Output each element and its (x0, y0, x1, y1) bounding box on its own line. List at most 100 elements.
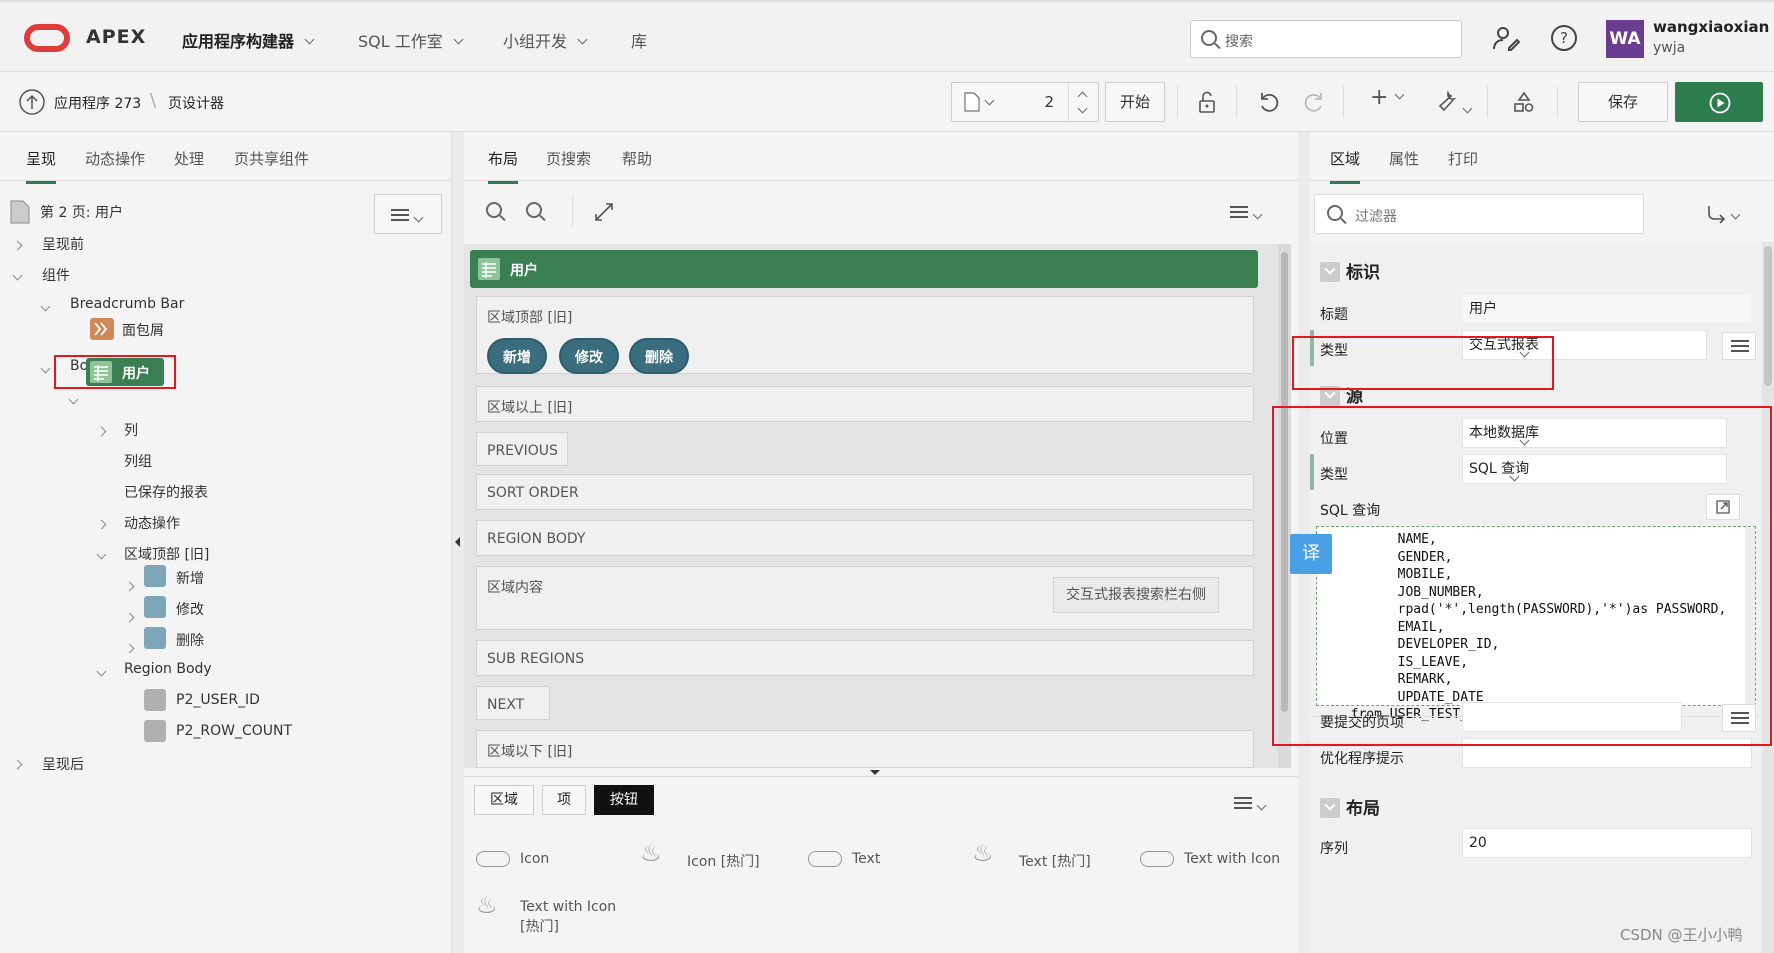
increment-icon[interactable] (1077, 91, 1088, 102)
tab-region[interactable]: 区域 (1330, 148, 1361, 184)
shared-components-icon[interactable] (1512, 90, 1536, 114)
button-template-icon[interactable] (1140, 851, 1174, 867)
tab-attributes[interactable]: 属性 (1389, 148, 1419, 169)
redo-icon[interactable] (1302, 90, 1326, 114)
collapse-icon[interactable] (40, 363, 51, 374)
region-below-position[interactable]: 区域以下 [旧] (476, 730, 1254, 768)
wrench-icon[interactable] (1434, 90, 1458, 114)
tab-processing[interactable]: 处理 (174, 148, 204, 169)
chevron-down-icon[interactable] (1252, 209, 1263, 220)
oracle-logo-icon[interactable] (24, 24, 70, 52)
decrement-icon[interactable] (1077, 103, 1088, 114)
expand-icon[interactable] (96, 426, 107, 437)
zoom-in-icon[interactable] (526, 202, 542, 218)
region-body-position[interactable]: REGION BODY (476, 520, 1254, 556)
tree-region-body[interactable]: Region Body (124, 661, 212, 677)
title-field[interactable]: 用户 (1462, 294, 1752, 324)
up-arrow-circle-icon[interactable] (18, 88, 46, 116)
tree-item-user-id[interactable]: P2_USER_ID (176, 692, 260, 708)
gallery-tab-buttons[interactable]: 按钮 (594, 785, 654, 815)
tree-user-region-selected[interactable]: 用户 (86, 358, 164, 386)
tree-btn-delete[interactable]: 删除 (176, 630, 204, 650)
expand-icon[interactable] (12, 759, 23, 770)
new-button[interactable]: 新增 (487, 338, 547, 374)
hot-icon[interactable]: ♨ (476, 891, 498, 919)
tab-help[interactable]: 帮助 (622, 148, 652, 169)
gallery-tab-items[interactable]: 项 (542, 785, 586, 815)
expand-icon[interactable] (594, 202, 614, 222)
gallery-tab-regions[interactable]: 区域 (474, 785, 534, 815)
undo-icon[interactable] (1257, 90, 1281, 114)
nav-sql-workshop[interactable]: SQL 工作室 (358, 28, 464, 52)
gallery-icon-hot[interactable]: Icon [热门] (687, 851, 760, 871)
collapse-icon[interactable] (96, 666, 107, 677)
chevron-down-icon[interactable] (1462, 103, 1473, 114)
avatar[interactable]: WA (1606, 20, 1644, 58)
tree-breadcrumb-bar[interactable]: Breadcrumb Bar (70, 296, 184, 312)
menu-icon[interactable] (1230, 206, 1248, 218)
save-button[interactable]: 保存 (1578, 82, 1668, 122)
sub-regions-position[interactable]: SUB REGIONS (476, 640, 1254, 676)
panel-splitter[interactable] (452, 132, 464, 953)
tab-shared-components[interactable]: 页共享组件 (234, 148, 309, 169)
list-picker-button[interactable] (1722, 332, 1756, 360)
tree-item-row-count[interactable]: P2_ROW_COUNT (176, 723, 292, 739)
start-button[interactable]: 开始 (1105, 82, 1165, 122)
go-to-group-icon[interactable] (1706, 204, 1728, 224)
tree-saved-reports[interactable]: 已保存的报表 (124, 482, 208, 502)
button-template-icon[interactable] (808, 851, 842, 867)
collapse-icon[interactable] (40, 301, 51, 312)
page-selector[interactable]: 2 (951, 82, 1099, 122)
admin-user-icon[interactable] (1492, 24, 1520, 52)
chevron-down-icon[interactable] (1730, 209, 1741, 220)
gallery-text-hot[interactable]: Text [热门] (1019, 851, 1091, 871)
sequence-field[interactable]: 20 (1462, 828, 1752, 858)
tree-menu-button[interactable] (374, 194, 442, 234)
tree-components[interactable]: 组件 (42, 265, 70, 285)
tab-page-search[interactable]: 页搜索 (546, 148, 591, 169)
gallery-text-with-icon-hot[interactable]: Text with Icon [热门] (520, 897, 616, 937)
tab-printing[interactable]: 打印 (1448, 148, 1478, 169)
search-input[interactable]: 搜索 (1190, 20, 1462, 58)
gallery-text[interactable]: Text (852, 851, 880, 867)
tree-before-rendering[interactable]: 呈现前 (42, 234, 84, 254)
nav-team-dev[interactable]: 小组开发 (503, 28, 588, 52)
tree-dynamic-actions[interactable]: 动态操作 (124, 513, 180, 533)
filter-input[interactable]: 过滤器 (1314, 194, 1644, 234)
tree-column-groups[interactable]: 列组 (124, 451, 152, 471)
collapse-icon[interactable] (12, 270, 23, 281)
chevron-down-icon[interactable] (1256, 800, 1267, 811)
run-page-button[interactable] (1675, 82, 1763, 122)
button-template-icon[interactable] (476, 851, 510, 867)
collapse-left-icon[interactable] (455, 537, 460, 547)
nav-gallery[interactable]: 库 (631, 28, 647, 52)
menu-icon[interactable] (1234, 797, 1252, 809)
region-content-position[interactable]: 区域内容 交互式报表搜索栏右侧 (476, 566, 1254, 630)
splitter-down-icon[interactable] (870, 770, 880, 775)
tree-columns[interactable]: 列 (124, 420, 138, 440)
nav-app-builder[interactable]: 应用程序构建器 (182, 28, 315, 52)
zoom-out-icon[interactable] (486, 202, 502, 218)
expand-icon[interactable] (124, 643, 135, 654)
tree-after-rendering[interactable]: 呈现后 (42, 754, 84, 774)
translate-badge[interactable]: 译 (1290, 534, 1332, 574)
edit-button[interactable]: 修改 (559, 338, 619, 374)
add-menu[interactable]: + (1370, 87, 1405, 109)
delete-button[interactable]: 删除 (629, 338, 689, 374)
ir-search-bar-right-position[interactable]: 交互式报表搜索栏右侧 (1053, 577, 1219, 613)
breadcrumb-app[interactable]: 应用程序 273 (54, 93, 141, 113)
tree-region-top[interactable]: 区域顶部 [旧] (124, 544, 209, 564)
expand-icon[interactable] (12, 240, 23, 251)
region-top-position[interactable]: 区域顶部 [旧] 新增 修改 删除 (476, 296, 1254, 374)
section-layout[interactable]: 布局 (1320, 794, 1380, 819)
user-name[interactable]: wangxiaoxian (1653, 18, 1769, 36)
previous-position[interactable]: PREVIOUS (476, 432, 568, 466)
help-icon[interactable]: ? (1550, 24, 1578, 52)
tree-btn-add[interactable]: 新增 (176, 568, 204, 588)
expand-icon[interactable] (96, 519, 107, 530)
expand-icon[interactable] (124, 612, 135, 623)
tree-breadcrumb-region[interactable]: 面包屑 (122, 320, 164, 340)
region-above-position[interactable]: 区域以上 [旧] (476, 386, 1254, 422)
sort-order-position[interactable]: SORT ORDER (476, 474, 1254, 510)
region-header-user[interactable]: 用户 (470, 250, 1258, 288)
